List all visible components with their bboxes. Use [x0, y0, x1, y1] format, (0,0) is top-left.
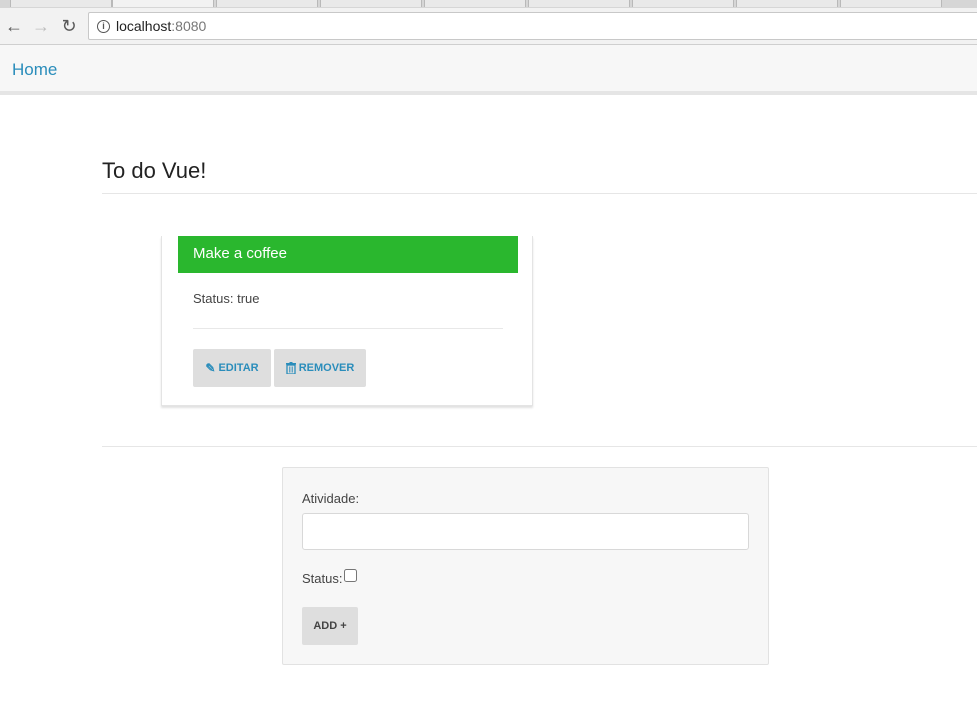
- todo-card-title: Make a coffee: [178, 236, 518, 273]
- trash-icon: [285, 362, 296, 374]
- activity-input[interactable]: [302, 513, 749, 550]
- card-divider: [193, 328, 503, 329]
- status-label: Status:: [302, 571, 343, 586]
- status-checkbox[interactable]: [344, 569, 357, 582]
- todo-card: Make a coffee Status: true ✎ EDITAR REMO…: [161, 236, 533, 406]
- browser-tab[interactable]: [320, 0, 422, 7]
- browser-tab[interactable]: [632, 0, 734, 7]
- browser-tab-active[interactable]: [112, 0, 214, 7]
- add-button[interactable]: ADD +: [302, 607, 358, 645]
- url-text: localhost:8080: [116, 18, 206, 34]
- url-host: localhost: [116, 18, 172, 34]
- edit-button-label: EDITAR: [218, 362, 259, 374]
- section-divider: [102, 446, 977, 447]
- browser-tab[interactable]: [528, 0, 630, 7]
- reload-icon[interactable]: ↻: [57, 14, 81, 38]
- remove-button[interactable]: REMOVER: [274, 349, 366, 387]
- back-arrow-icon[interactable]: ←: [2, 14, 26, 38]
- browser-tab[interactable]: [736, 0, 838, 7]
- browser-tab[interactable]: [424, 0, 526, 7]
- forward-arrow-icon[interactable]: →: [29, 14, 53, 38]
- home-link[interactable]: Home: [12, 60, 57, 80]
- browser-toolbar: ← → ↻ i localhost:8080: [0, 8, 977, 45]
- url-port: :8080: [171, 18, 207, 34]
- info-icon[interactable]: i: [97, 20, 110, 33]
- remove-button-label: REMOVER: [298, 362, 355, 374]
- browser-tab[interactable]: [840, 0, 942, 7]
- activity-label: Atividade:: [302, 491, 360, 506]
- edit-button[interactable]: ✎ EDITAR: [193, 349, 271, 387]
- address-bar[interactable]: i localhost:8080: [88, 12, 977, 40]
- browser-tab[interactable]: [10, 0, 112, 7]
- page-title: To do Vue!: [102, 158, 207, 183]
- add-todo-form: Atividade: Status: ADD +: [282, 467, 769, 665]
- browser-tab-strip: [0, 0, 977, 8]
- browser-tab[interactable]: [216, 0, 318, 7]
- pencil-icon: ✎: [205, 361, 216, 375]
- app-navbar: Home: [0, 45, 977, 95]
- title-divider: [102, 193, 977, 194]
- todo-status: Status: true: [193, 291, 260, 306]
